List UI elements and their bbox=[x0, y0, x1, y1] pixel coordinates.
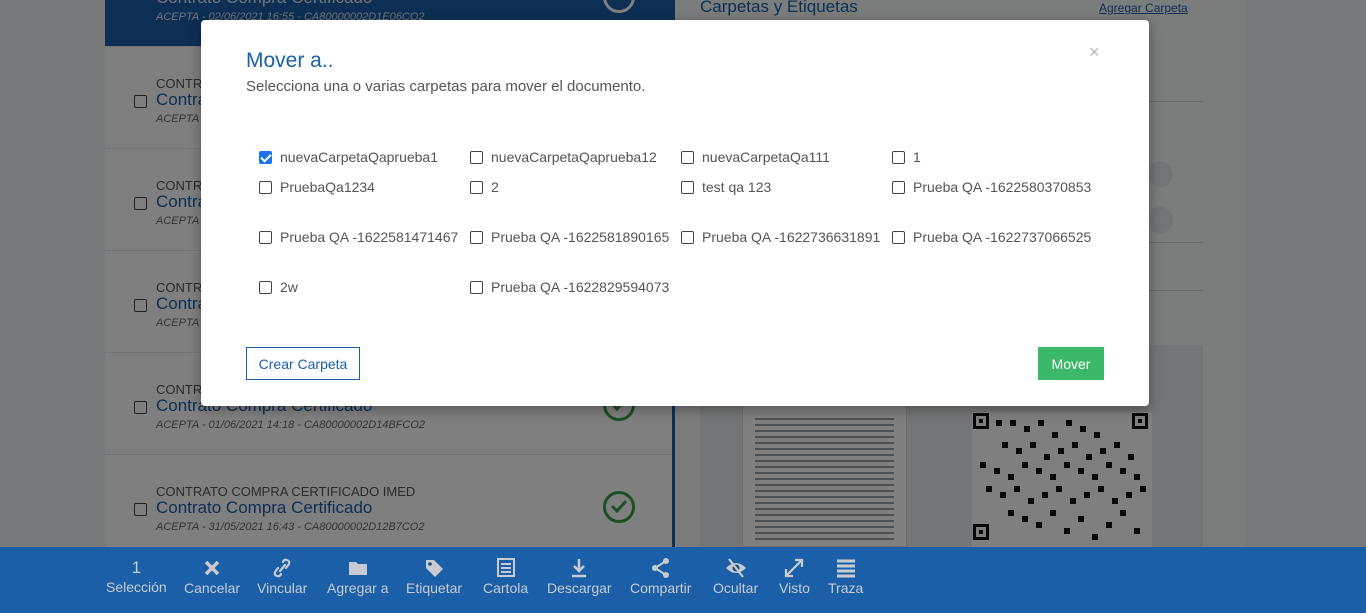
folder-checkbox[interactable] bbox=[892, 231, 905, 244]
folder-label: nuevaCarpetaQaprueba1 bbox=[280, 149, 439, 165]
folder-option[interactable]: PruebaQa1234 bbox=[259, 177, 464, 197]
folder-option[interactable]: Prueba QA -1622737066525 bbox=[892, 227, 1097, 247]
x-icon bbox=[204, 560, 220, 576]
toolbar-label: Agregar a bbox=[327, 580, 389, 596]
folder-option[interactable]: nuevaCarpetaQaprueba12 bbox=[470, 147, 675, 167]
folder-label: Prueba QA -1622829594073 bbox=[491, 279, 670, 295]
folder-label: Prueba QA -1622737066525 bbox=[913, 229, 1092, 245]
close-icon[interactable]: × bbox=[1089, 42, 1100, 62]
toolbar-label: Compartir bbox=[630, 580, 692, 596]
folder-option[interactable]: test qa 123 bbox=[681, 177, 886, 197]
folder-checkbox[interactable] bbox=[470, 231, 483, 244]
folder-label: 2w bbox=[280, 279, 298, 295]
folder-checkbox[interactable] bbox=[892, 181, 905, 194]
add-to-button[interactable]: Agregar a bbox=[327, 557, 388, 596]
tag-button[interactable]: Etiquetar bbox=[406, 557, 462, 596]
list-box-icon bbox=[496, 558, 515, 577]
share-icon bbox=[651, 558, 669, 578]
folder-checkbox[interactable] bbox=[259, 181, 272, 194]
folder-option[interactable]: Prueba QA -1622581890165 bbox=[470, 227, 675, 247]
folder-checkbox[interactable] bbox=[681, 151, 694, 164]
toolbar-label: Cancelar bbox=[184, 580, 241, 596]
folder-option[interactable]: 2w bbox=[259, 277, 464, 297]
folder-label: nuevaCarpetaQa111 bbox=[702, 149, 830, 165]
folder-label: Prueba QA -1622736631891 bbox=[702, 229, 881, 245]
download-icon bbox=[572, 559, 587, 578]
download-button[interactable]: Descargar bbox=[547, 557, 612, 596]
link-icon bbox=[273, 558, 291, 578]
folder-checkbox[interactable] bbox=[470, 151, 483, 164]
folder-label: 2 bbox=[491, 179, 499, 195]
link-button[interactable]: Vincular bbox=[257, 557, 307, 596]
folder-checkbox[interactable] bbox=[259, 151, 272, 164]
folder-icon bbox=[348, 562, 367, 575]
folder-option[interactable]: nuevaCarpetaQaprueba1 bbox=[259, 147, 464, 167]
toolbar-label: Selección bbox=[106, 579, 167, 595]
toolbar-label: Etiquetar bbox=[406, 580, 463, 596]
trace-button[interactable]: Traza bbox=[828, 557, 863, 596]
toolbar-label: Ocultar bbox=[713, 580, 759, 596]
toolbar-label: Cartola bbox=[483, 580, 529, 596]
folder-checkbox[interactable] bbox=[892, 151, 905, 164]
tag-icon bbox=[426, 560, 444, 577]
folder-option[interactable]: Prueba QA -1622581471467 bbox=[259, 227, 464, 247]
folder-checkbox[interactable] bbox=[259, 281, 272, 294]
folder-checkbox[interactable] bbox=[681, 181, 694, 194]
app-root: Contrato Compra Certificado ACEPTA - 02/… bbox=[0, 0, 1366, 613]
bottom-toolbar: 1 Selección Cancelar Vincular Agregar a … bbox=[0, 547, 1366, 613]
move-to-dialog: Mover a.. Selecciona una o varias carpet… bbox=[201, 20, 1149, 406]
expand-icon bbox=[785, 558, 804, 578]
folder-option[interactable]: Prueba QA -1622580370853 bbox=[892, 177, 1097, 197]
folder-label: 1 bbox=[913, 149, 921, 165]
folder-option[interactable]: Prueba QA -1622736631891 bbox=[681, 227, 886, 247]
toolbar-label: Traza bbox=[828, 580, 864, 596]
seen-button[interactable]: Visto bbox=[779, 557, 810, 596]
bars-icon bbox=[836, 559, 855, 578]
toolbar-label: Descargar bbox=[547, 580, 612, 596]
folder-label: Prueba QA -1622581890165 bbox=[491, 229, 670, 245]
dialog-title: Mover a.. bbox=[246, 49, 334, 72]
folder-label: PruebaQa1234 bbox=[280, 179, 375, 195]
folder-checkbox[interactable] bbox=[681, 231, 694, 244]
move-button[interactable]: Mover bbox=[1038, 347, 1104, 380]
folder-label: test qa 123 bbox=[702, 179, 772, 195]
dialog-subtitle: Selecciona una o varias carpetas para mo… bbox=[246, 78, 646, 95]
folder-option[interactable]: 2 bbox=[470, 177, 675, 197]
folder-option[interactable]: nuevaCarpetaQa111 bbox=[681, 147, 886, 167]
statement-button[interactable]: Cartola bbox=[483, 557, 528, 596]
folder-label: Prueba QA -1622581471467 bbox=[280, 229, 459, 245]
folder-option[interactable]: Prueba QA -1622829594073 bbox=[470, 277, 675, 297]
folder-checkbox[interactable] bbox=[470, 181, 483, 194]
share-button[interactable]: Compartir bbox=[630, 557, 691, 596]
folder-option[interactable]: 1 bbox=[892, 147, 1097, 167]
toolbar-label: Visto bbox=[779, 580, 810, 596]
cancel-button[interactable]: Cancelar bbox=[184, 557, 240, 596]
selection-counter: 1 Selección bbox=[106, 557, 167, 595]
selection-count: 1 bbox=[131, 558, 142, 577]
folder-checkbox[interactable] bbox=[470, 281, 483, 294]
folder-checkbox[interactable] bbox=[259, 231, 272, 244]
toolbar-label: Vincular bbox=[257, 580, 308, 596]
folder-label: Prueba QA -1622580370853 bbox=[913, 179, 1092, 195]
eye-slash-icon bbox=[725, 558, 746, 578]
folder-label: nuevaCarpetaQaprueba12 bbox=[491, 149, 657, 165]
create-folder-button[interactable]: Crear Carpeta bbox=[246, 347, 360, 380]
hide-button[interactable]: Ocultar bbox=[713, 557, 758, 596]
